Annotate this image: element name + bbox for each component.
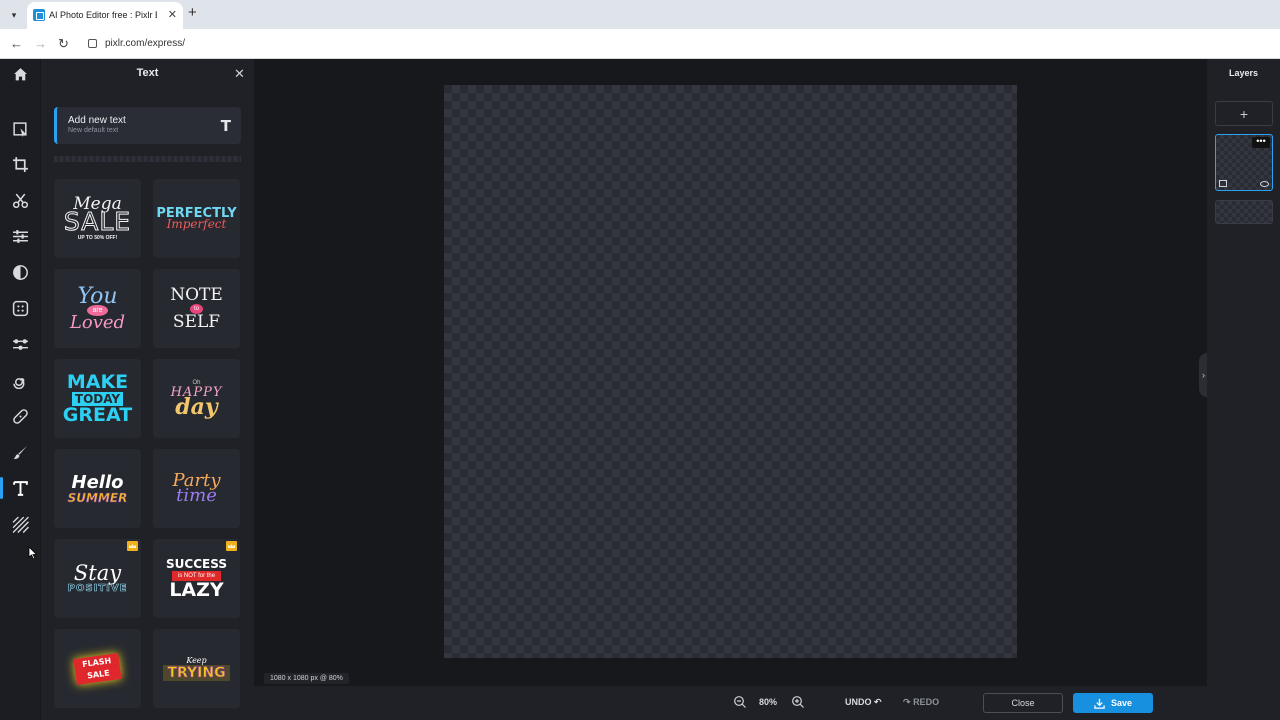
bandage-icon[interactable]: [6, 403, 35, 429]
layers-panel: Layers + •••: [1207, 59, 1280, 720]
panel-divider: [54, 156, 241, 162]
layer-more-icon[interactable]: •••: [1252, 137, 1270, 148]
undo-button[interactable]: UNDO ↶: [845, 697, 882, 708]
text-preset-mega-sale[interactable]: Mega SALE UP TO 50% OFF!: [54, 179, 141, 258]
panel-close-icon[interactable]: ✕: [234, 66, 245, 82]
text-preset-keep-trying[interactable]: Keep TRYING: [153, 629, 240, 708]
pixlr-app: Text ✕ Add new text New default text T M…: [0, 59, 1280, 720]
new-tab-button[interactable]: +: [188, 5, 197, 21]
download-icon: [1094, 698, 1105, 709]
text-panel: Text ✕ Add new text New default text T M…: [41, 59, 254, 720]
text-preset-you-are-loved[interactable]: You are Loved: [54, 269, 141, 348]
close-button[interactable]: Close: [983, 693, 1063, 713]
browser-tab[interactable]: AI Photo Editor free : Pixlr Expre ✕: [27, 2, 183, 29]
redo-label: REDO: [913, 697, 940, 707]
browser-tab-strip: ▾ AI Photo Editor free : Pixlr Expre ✕ +: [0, 0, 1280, 29]
arrange-icon[interactable]: [6, 116, 35, 142]
visibility-eye-icon[interactable]: [1260, 181, 1269, 187]
undo-arrow-icon: ↶: [874, 697, 882, 707]
text-preset-stay-positive[interactable]: Stay POSITIVE: [54, 539, 141, 618]
flash-sale-badge: FLASH SALE: [73, 652, 122, 685]
tab-close-icon[interactable]: ✕: [168, 8, 177, 21]
text-preset-perfectly-imperfect[interactable]: PERFECTLY Imperfect: [153, 179, 240, 258]
brush-icon[interactable]: [6, 439, 35, 465]
crop-icon[interactable]: [6, 151, 35, 177]
reload-icon[interactable]: ↻: [58, 36, 69, 52]
redo-button[interactable]: ↷ REDO: [903, 697, 939, 708]
forward-arrow-icon[interactable]: →: [34, 36, 47, 52]
panel-title: Text: [136, 67, 159, 79]
swirl-icon[interactable]: [6, 367, 35, 393]
zoom-level[interactable]: 80%: [759, 697, 777, 707]
text-preset-hello-summer[interactable]: Hello SUMMER: [54, 449, 141, 528]
liquify-icon[interactable]: [6, 331, 35, 357]
browser-toolbar: ← → ↻ pixlr.com/express/: [0, 29, 1280, 59]
scissors-icon[interactable]: [6, 187, 35, 213]
tool-rail: [0, 59, 41, 720]
url-text[interactable]: pixlr.com/express/: [105, 38, 185, 49]
text-icon[interactable]: [0, 475, 35, 501]
home-icon[interactable]: [6, 61, 35, 87]
canvas-stage[interactable]: 1080 x 1080 px @ 80%: [254, 59, 1207, 686]
tab-title: AI Photo Editor free : Pixlr Expre: [49, 10, 157, 20]
mouse-cursor-icon: [28, 546, 38, 560]
zoom-in-icon[interactable]: [791, 695, 805, 709]
undo-label: UNDO: [845, 697, 872, 707]
text-preset-oh-happy-day[interactable]: Oh HAPPY day: [153, 359, 240, 438]
text-preset-flash-sale[interactable]: FLASH SALE: [54, 629, 141, 708]
add-text-title: Add new text: [68, 115, 126, 126]
back-arrow-icon[interactable]: ←: [10, 36, 23, 52]
image-layer-icon: [1219, 180, 1227, 187]
text-preset-note-to-self[interactable]: NOTE to SELF: [153, 269, 240, 348]
save-button[interactable]: Save: [1073, 693, 1153, 713]
stripes-icon[interactable]: [6, 511, 35, 537]
redo-arrow-icon: ↷: [903, 697, 911, 707]
premium-crown-icon: [127, 541, 138, 551]
text-preset-success-lazy[interactable]: SUCCESS is NOT for the LAZY: [153, 539, 240, 618]
text-preset-make-today-great[interactable]: MAKE TODAY GREAT: [54, 359, 141, 438]
add-new-text-button[interactable]: Add new text New default text T: [54, 107, 241, 144]
save-label: Save: [1110, 698, 1133, 708]
site-info-icon[interactable]: [88, 39, 97, 48]
layers-title: Layers: [1228, 68, 1259, 78]
bottom-toolbar: 80% UNDO ↶ ↷ REDO Close Save: [254, 686, 1207, 720]
text-glyph-icon: T: [220, 117, 231, 135]
pixlr-favicon-icon: [33, 9, 45, 21]
sliders-icon[interactable]: [6, 223, 35, 249]
add-text-subtitle: New default text: [68, 127, 119, 134]
text-preset-party-time[interactable]: Party time: [153, 449, 240, 528]
contrast-icon[interactable]: [6, 259, 35, 285]
zoom-out-icon[interactable]: [733, 695, 747, 709]
effect-icon[interactable]: [6, 295, 35, 321]
premium-crown-icon: [226, 541, 237, 551]
layer-item-background[interactable]: [1215, 200, 1273, 224]
layer-item-active[interactable]: •••: [1215, 134, 1273, 191]
tab-search-button[interactable]: ▾: [4, 5, 24, 25]
add-layer-button[interactable]: +: [1215, 101, 1273, 126]
image-canvas[interactable]: [444, 85, 1017, 658]
canvas-dimensions-label: 1080 x 1080 px @ 80%: [264, 673, 349, 684]
address-bar[interactable]: pixlr.com/express/: [80, 33, 1270, 55]
